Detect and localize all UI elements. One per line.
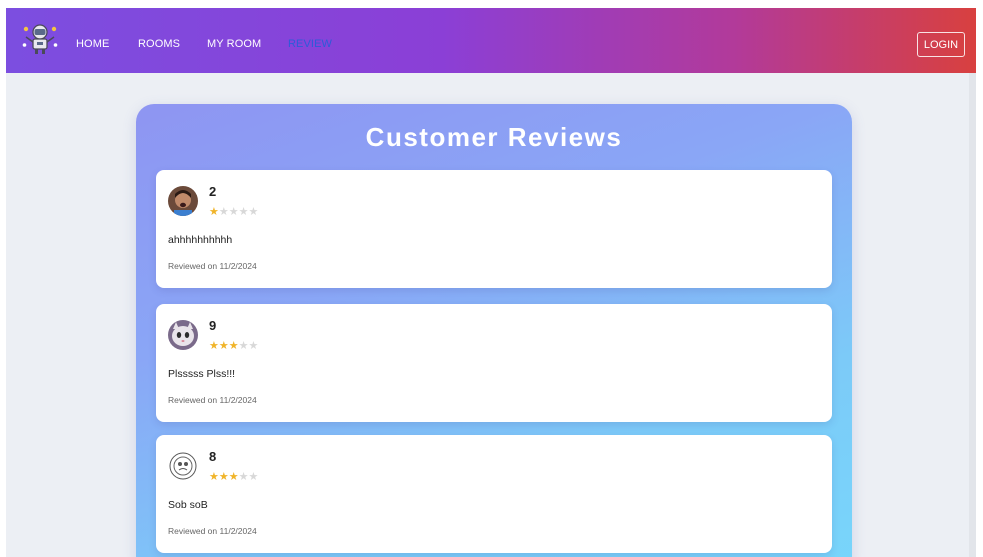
nav-link-home[interactable]: HOME [76,38,109,50]
star-icon: ★ [218,470,229,483]
review-date: Reviewed on 11/2/2024 [168,395,257,405]
star-icon: ★ [209,205,219,218]
reviewer-avatar [168,320,198,350]
review-date: Reviewed on 11/2/2024 [168,526,257,536]
review-date: Reviewed on 11/2/2024 [168,261,257,271]
star-icon: ★ [228,339,239,352]
reviewer-avatar [168,186,198,216]
page-title: Customer Reviews [365,122,623,152]
star-icon: ★ [248,470,259,483]
star-icon: ★ [209,470,219,483]
reviewer-name: 2 [209,184,217,199]
star-icon: ★ [209,339,219,352]
star-icon: ★ [238,205,249,218]
nav-link-review[interactable]: REVIEW [288,38,332,50]
review-card: 8 ★★★★★ Sob soB Reviewed on 11/2/2024 [156,435,832,553]
page-scrollbar[interactable] [969,73,976,557]
star-rating: ★★★★★ [209,205,258,218]
star-icon: ★ [248,205,259,218]
nav-link-my-room[interactable]: MY ROOM [207,38,261,50]
review-card: 2 ★★★★★ ahhhhhhhhhh Reviewed on 11/2/202… [156,170,832,288]
star-icon: ★ [248,339,259,352]
star-icon: ★ [238,470,249,483]
star-icon: ★ [218,339,229,352]
reviewer-name: 8 [209,449,217,464]
review-comment: ahhhhhhhhhh [168,234,233,246]
top-navbar: HOME ROOMS MY ROOM REVIEW LOGIN [6,8,976,73]
review-card: 9 ★★★★★ Plsssss Plss!!! Reviewed on 11/2… [156,304,832,422]
nav-link-rooms[interactable]: ROOMS [138,38,180,50]
review-comment: Sob soB [168,499,208,511]
star-icon: ★ [228,205,239,218]
star-rating: ★★★★★ [209,470,258,483]
star-rating: ★★★★★ [209,339,258,352]
review-comment: Plsssss Plss!!! [168,368,236,380]
login-button[interactable]: LOGIN [917,32,965,57]
star-icon: ★ [238,339,249,352]
astronaut-robot-icon[interactable] [22,23,58,55]
reviews-panel: Customer Reviews 2 ★★★★★ ahhhhhhhhhh Rev… [136,104,852,557]
reviewer-avatar [168,451,198,481]
browser-viewport: HOME ROOMS MY ROOM REVIEW LOGIN Customer… [6,8,976,557]
reviewer-name: 9 [209,318,217,333]
star-icon: ★ [228,470,239,483]
star-icon: ★ [218,205,229,218]
